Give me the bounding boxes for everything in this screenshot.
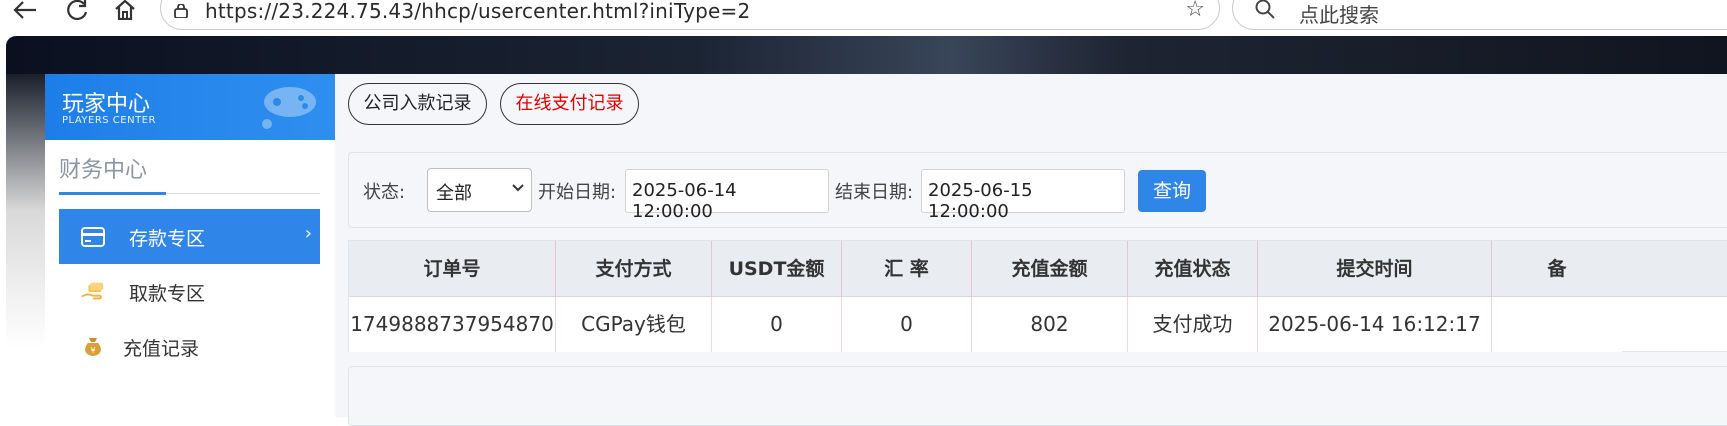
tab-online-payment-records[interactable]: 在线支付记录 <box>500 83 639 125</box>
search-icon <box>1255 0 1275 19</box>
section-underline <box>59 192 166 195</box>
status-select-value: 全部 <box>436 183 472 204</box>
address-bar[interactable]: https://23.224.75.43/hhcp/usercenter.htm… <box>160 0 1220 30</box>
finance-center-title: 财务中心 <box>59 158 148 183</box>
start-date-label: 开始日期: <box>538 182 617 203</box>
sidebar-subtitle: PLAYERS CENTER <box>62 115 156 126</box>
end-date-input[interactable]: 2025-06-15 12:00:00 <box>921 169 1125 222</box>
table-header: 订单号 支付方式 USDT金额 汇 率 充值金额 充值状态 提交时间 备 <box>349 241 1727 297</box>
cell-recharge-status: 支付成功 <box>1128 297 1258 352</box>
column-header-remark: 备 <box>1547 258 1567 280</box>
cell-usdt-amount: 0 <box>712 297 842 352</box>
card-icon <box>81 227 105 247</box>
home-icon[interactable] <box>110 0 140 24</box>
pagination-area <box>348 366 1727 426</box>
column-header-submit-time: 提交时间 <box>1258 241 1492 297</box>
sidebar-item-recharge-records[interactable]: ¥ 充值记录 <box>59 319 320 374</box>
sidebar-item-deposit[interactable]: 存款专区 › <box>59 209 320 264</box>
page-edge-fade <box>6 74 46 417</box>
lock-icon[interactable] <box>173 3 188 19</box>
column-header-order-no: 订单号 <box>349 241 556 297</box>
url-text[interactable]: https://23.224.75.43/hhcp/usercenter.htm… <box>205 0 750 23</box>
hand-money-icon <box>81 282 104 300</box>
back-arrow-icon[interactable] <box>10 0 40 24</box>
cell-submit-time: 2025-06-14 16:12:17 <box>1258 297 1492 352</box>
tab-company-deposit-records[interactable]: 公司入款记录 <box>348 83 487 125</box>
column-header-recharge-status: 充值状态 <box>1128 241 1258 297</box>
players-center-header: 玩家中心 PLAYERS CENTER <box>45 74 335 140</box>
sidebar: 玩家中心 PLAYERS CENTER 财务中心 存款专区 › 取款专区 ¥ 充… <box>45 74 335 417</box>
chevron-down-icon <box>512 184 524 192</box>
browser-toolbar: https://23.224.75.43/hhcp/usercenter.htm… <box>0 0 1727 36</box>
cell-recharge-amount: 802 <box>972 297 1128 352</box>
gamepad-icon <box>262 87 316 129</box>
reload-icon[interactable] <box>62 0 92 24</box>
cell-exchange-rate: 0 <box>842 297 972 352</box>
filter-bar: 状态: 全部 开始日期: 2025-06-14 12:00:00 结束日期: 2… <box>348 152 1727 228</box>
start-date-input[interactable]: 2025-06-14 12:00:00 <box>625 169 829 222</box>
column-header-payment-method: 支付方式 <box>556 241 712 297</box>
main-content: 公司入款记录 在线支付记录 状态: 全部 开始日期: 2025-06-14 12… <box>335 74 1727 426</box>
section-divider <box>166 193 320 194</box>
sidebar-title: 玩家中心 <box>62 92 151 117</box>
cell-remark <box>1492 297 1622 352</box>
cell-payment-method: CGPay钱包 <box>556 297 712 352</box>
search-placeholder: 点此搜索 <box>1299 3 1379 27</box>
browser-search-box[interactable]: 点此搜索 <box>1232 0 1727 30</box>
end-date-label: 结束日期: <box>835 182 914 203</box>
bookmark-star-icon[interactable]: ☆ <box>1185 0 1205 22</box>
column-header-usdt-amount: USDT金额 <box>712 241 842 297</box>
column-header-exchange-rate: 汇 率 <box>842 241 972 297</box>
payment-records-table: 订单号 支付方式 USDT金额 汇 率 充值金额 充值状态 提交时间 备 174… <box>348 240 1727 352</box>
sidebar-item-label: 取款专区 <box>129 283 206 305</box>
svg-text:¥: ¥ <box>90 346 95 355</box>
query-button[interactable]: 查询 <box>1138 170 1206 212</box>
sidebar-item-withdraw[interactable]: 取款专区 <box>59 264 320 319</box>
money-bag-icon: ¥ <box>85 338 101 356</box>
status-select[interactable]: 全部 <box>427 168 532 212</box>
sidebar-item-label: 存款专区 <box>129 228 206 250</box>
cell-order-no: 1749888737954870 <box>349 297 556 352</box>
sidebar-item-label: 充值记录 <box>123 338 200 360</box>
chevron-right-icon: › <box>304 223 312 244</box>
status-label: 状态: <box>363 182 406 203</box>
column-header-recharge-amount: 充值金额 <box>972 241 1128 297</box>
